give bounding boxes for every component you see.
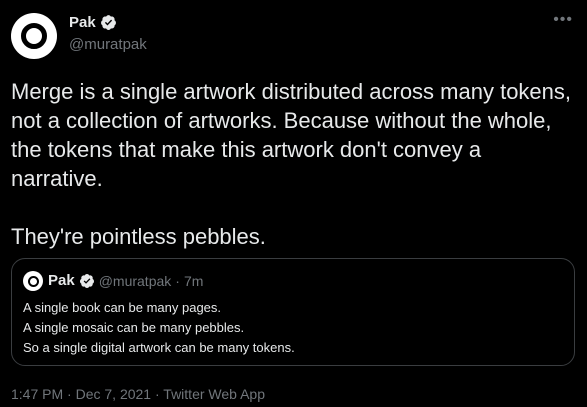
quoted-author-handle: @muratpak bbox=[98, 272, 172, 289]
tweet-meta: 1:47 PM · Dec 7, 2021 · Twitter Web App bbox=[11, 386, 265, 402]
tweet-source[interactable]: Twitter Web App bbox=[163, 386, 265, 402]
author-display-name[interactable]: Pak bbox=[69, 14, 96, 31]
tweet-paragraph: They're pointless pebbles. bbox=[11, 224, 266, 249]
author-name-row: Pak bbox=[69, 14, 117, 31]
quoted-tweet-text: A single book can be many pages. A singl… bbox=[23, 298, 295, 358]
quoted-author-avatar bbox=[23, 271, 43, 291]
tweet: Pak @muratpak ••• Merge is a single artw… bbox=[0, 0, 587, 407]
quoted-tweet[interactable]: Pak @muratpak · 7m A single book can be … bbox=[11, 258, 575, 366]
pak-logo-icon bbox=[27, 275, 39, 287]
author-avatar[interactable] bbox=[11, 13, 57, 59]
verified-badge-icon bbox=[100, 15, 116, 30]
quoted-author-name: Pak bbox=[48, 272, 75, 289]
quoted-line: A single book can be many pages. bbox=[23, 300, 222, 315]
tweet-text: Merge is a single artwork distributed ac… bbox=[11, 77, 577, 251]
pak-logo-icon bbox=[21, 23, 47, 49]
quoted-tweet-header: Pak @muratpak · 7m bbox=[48, 272, 203, 289]
more-options-icon[interactable]: ••• bbox=[553, 12, 573, 28]
verified-badge-icon bbox=[79, 273, 94, 288]
quoted-timestamp[interactable]: 7m bbox=[184, 273, 203, 289]
quoted-line: So a single digital artwork can be many … bbox=[23, 340, 295, 355]
meta-separator: · bbox=[154, 386, 160, 402]
quoted-separator: · bbox=[175, 272, 180, 289]
meta-separator: · bbox=[67, 386, 72, 402]
tweet-time[interactable]: 1:47 PM bbox=[11, 386, 63, 402]
author-handle[interactable]: @muratpak bbox=[69, 36, 147, 53]
quoted-line: A single mosaic can be many pebbles. bbox=[23, 320, 245, 335]
tweet-date[interactable]: Dec 7, 2021 bbox=[76, 386, 152, 402]
tweet-paragraph: Merge is a single artwork distributed ac… bbox=[11, 79, 572, 191]
